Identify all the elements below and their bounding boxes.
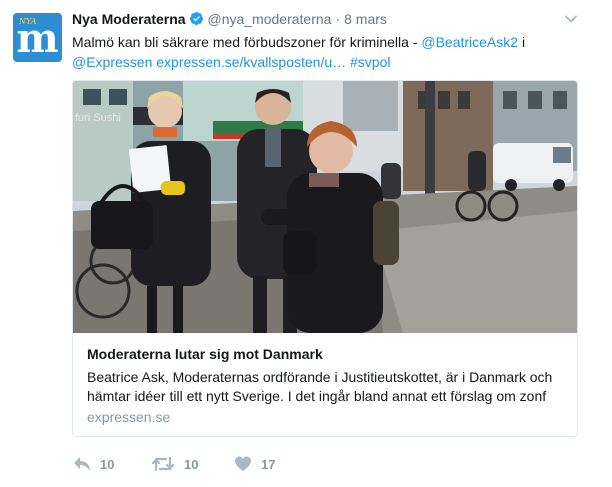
tweet-link[interactable]: expressen.se/kvallsposten/u… <box>156 54 346 70</box>
heart-icon <box>235 456 251 471</box>
avatar[interactable]: NYA m <box>13 13 62 62</box>
reply-count: 10 <box>100 457 115 472</box>
photo-sign-text: furi Sushi <box>75 112 121 124</box>
link-card[interactable]: furi Sushi Moderaterna lutar sig mot Dan… <box>72 80 578 437</box>
card-description: Beatrice Ask, Moderaternas ordförande i … <box>87 369 553 404</box>
mention-expressen[interactable]: @Expressen <box>72 54 152 70</box>
tweet-header: Nya Moderaterna @nya_moderaterna · 8 mars <box>72 11 387 29</box>
tweet: NYA m Nya Moderaterna @nya_moderaterna · 8… <box>0 0 612 487</box>
card-title[interactable]: Moderaterna lutar sig mot Danmark <box>87 346 323 362</box>
verified-badge-icon <box>189 11 204 29</box>
separator-dot: · <box>335 11 341 27</box>
hashtag-svpol[interactable]: #svpol <box>350 54 390 70</box>
tweet-text-plain: Malmö kan bli säkrare med förbudszoner f… <box>72 34 422 50</box>
retweet-count: 10 <box>184 457 199 472</box>
mention-beatriceask2[interactable]: @BeatriceAsk2 <box>421 34 518 50</box>
retweet-icon <box>152 456 174 472</box>
card-photo[interactable]: furi Sushi <box>73 81 577 333</box>
tweet-text: Malmö kan bli säkrare med förbudszoner f… <box>72 32 582 72</box>
display-name[interactable]: Nya Moderaterna <box>72 11 186 27</box>
tweet-text-mid: i <box>518 34 526 50</box>
card-domain: expressen.se <box>87 409 171 425</box>
reply-icon <box>74 457 90 471</box>
chevron-down-icon[interactable] <box>564 12 578 26</box>
card-body[interactable]: Moderaterna lutar sig mot Danmark Beatri… <box>73 333 577 436</box>
timestamp[interactable]: 8 mars <box>344 11 387 27</box>
avatar-letter: m <box>16 15 59 62</box>
like-count: 17 <box>261 457 276 472</box>
handle[interactable]: @nya_moderaterna <box>207 11 331 27</box>
